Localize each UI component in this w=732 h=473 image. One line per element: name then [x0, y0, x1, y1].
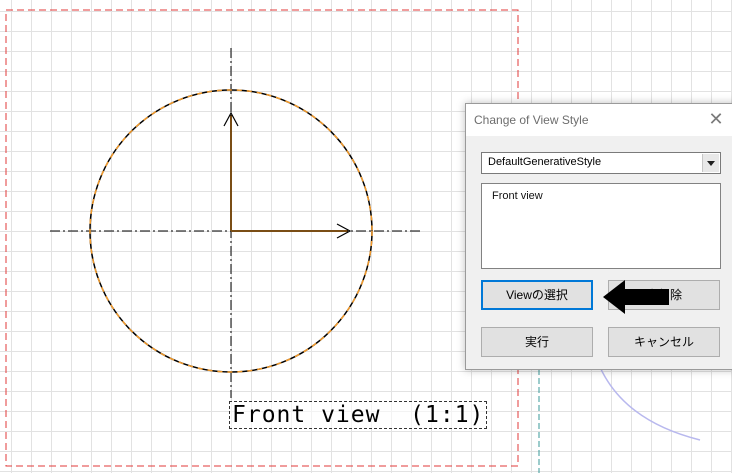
select-view-button[interactable]: Viewの選択 — [481, 280, 593, 310]
background-arc — [596, 359, 701, 441]
style-select-value: DefaultGenerativeStyle — [488, 156, 602, 168]
chevron-down-icon[interactable] — [702, 154, 719, 172]
view-label[interactable]: Front view (1:1) — [229, 401, 488, 429]
run-button[interactable]: 実行 — [481, 327, 593, 357]
close-icon[interactable]: ✕ — [704, 108, 728, 132]
list-item[interactable]: Front view — [492, 190, 543, 202]
sheet-frame — [5, 9, 519, 467]
dialog-titlebar[interactable]: Change of View Style ✕ — [466, 104, 732, 136]
change-view-style-dialog: Change of View Style ✕ DefaultGenerative… — [465, 103, 732, 370]
dialog-title: Change of View Style — [474, 113, 589, 127]
cancel-button[interactable]: キャンセル — [608, 327, 720, 357]
view-list[interactable]: Front view — [481, 183, 721, 269]
arrow-left-icon — [603, 280, 669, 314]
style-select[interactable]: DefaultGenerativeStyle — [481, 152, 721, 174]
